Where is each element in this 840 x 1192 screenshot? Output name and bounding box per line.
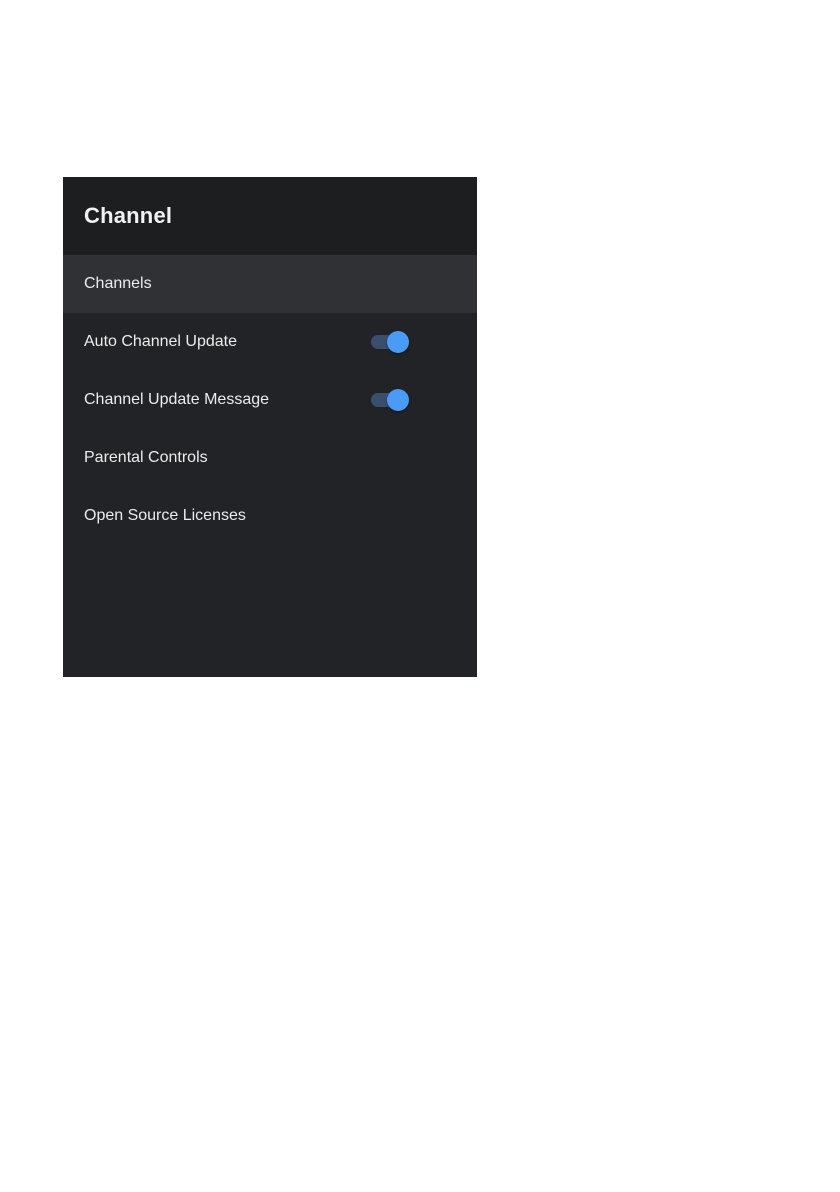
toggle-thumb [387,331,409,353]
toggle-thumb [387,389,409,411]
menu-item-label: Channels [84,275,152,292]
panel-header: Channel [63,177,477,255]
menu-item-auto-channel-update[interactable]: Auto Channel Update [63,313,477,371]
panel-title: Channel [84,203,173,228]
menu-item-channel-update-message[interactable]: Channel Update Message [63,371,477,429]
menu-item-label: Parental Controls [84,449,208,466]
auto-channel-update-toggle[interactable] [371,330,409,354]
channel-settings-panel: Channel Channels Auto Channel Update Cha… [63,177,477,677]
menu-item-label: Auto Channel Update [84,333,237,350]
menu-item-label: Open Source Licenses [84,507,246,524]
menu-item-parental-controls[interactable]: Parental Controls [63,429,477,487]
menu-item-open-source-licenses[interactable]: Open Source Licenses [63,487,477,545]
menu-item-channels[interactable]: Channels [63,255,477,313]
menu-item-label: Channel Update Message [84,391,270,408]
channel-update-message-toggle[interactable] [371,388,409,412]
